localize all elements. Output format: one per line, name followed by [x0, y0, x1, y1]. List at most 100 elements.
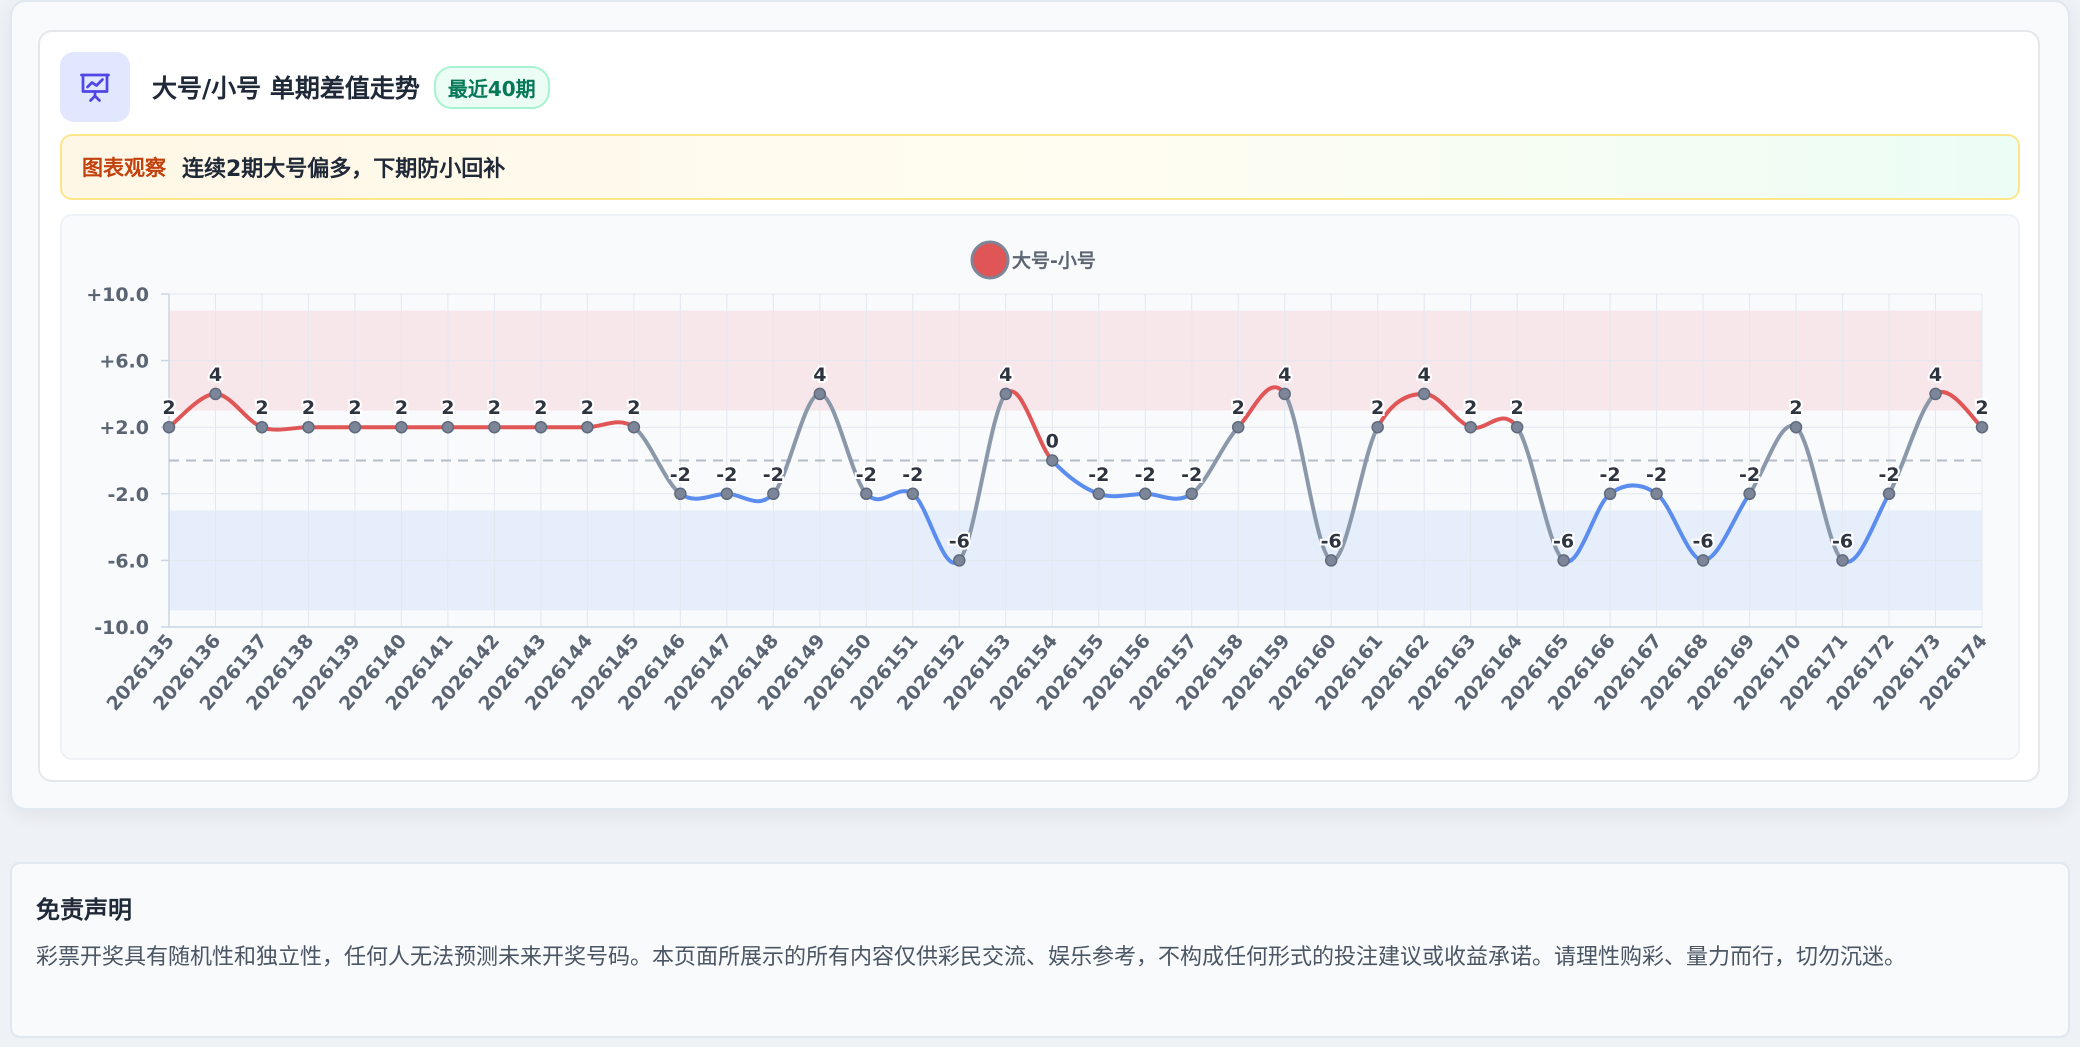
- series-line-segment: [678, 491, 729, 501]
- data-label: 4: [1278, 364, 1291, 386]
- data-label: 4: [999, 364, 1012, 386]
- line-chart: +10.0+6.0+2.0-2.0-6.0-10.020261352026136…: [86, 240, 1992, 715]
- observation-label: 图表观察: [82, 156, 166, 180]
- data-point: [813, 387, 827, 401]
- series-line-segment: [259, 425, 311, 432]
- data-label: 2: [395, 397, 408, 419]
- series-line-segment: [1143, 491, 1194, 501]
- data-label: -2: [716, 464, 737, 486]
- data-point: [1324, 554, 1338, 567]
- data-point: [395, 420, 408, 434]
- data-point: [302, 420, 315, 434]
- data-point: [1092, 487, 1105, 501]
- data-label: 2: [488, 397, 501, 419]
- data-label: 2: [1789, 397, 1802, 419]
- data-point: [209, 387, 222, 401]
- y-tick-label: +2.0: [99, 417, 149, 439]
- data-point: [581, 420, 594, 434]
- data-label: -2: [670, 464, 691, 486]
- data-label: -6: [1832, 530, 1853, 552]
- data-label: 2: [1464, 397, 1477, 419]
- observation-text: 连续2期大号偏多，下期防小回补: [182, 157, 506, 182]
- data-point: [1278, 387, 1291, 401]
- data-point: [1975, 420, 1989, 434]
- data-point: [1371, 420, 1384, 434]
- period-badge: 最近40期: [433, 65, 550, 109]
- data-point: [162, 420, 176, 434]
- data-point: [1046, 454, 1059, 467]
- data-point: [534, 420, 548, 434]
- chart-panel: +10.0 +6.0 +2.0 -2.0 -6.0 -10.0 2026135 2026136…: [60, 214, 2020, 760]
- data-point: [255, 420, 269, 434]
- data-label: 4: [1418, 364, 1431, 386]
- data-label: 2: [534, 397, 547, 419]
- y-tick-label: -2.0: [107, 484, 149, 506]
- data-point: [1138, 487, 1152, 501]
- data-point: [674, 487, 687, 501]
- data-label: -2: [1739, 464, 1760, 486]
- disclaimer-box: 免责声明 彩票开奖具有随机性和独立性，任何人无法预测未来开奖号码。本页面所展示的…: [10, 862, 2070, 1038]
- series-line-segment: [1608, 483, 1659, 496]
- disclaimer-title: 免责声明: [36, 896, 132, 924]
- data-label: 2: [348, 397, 361, 419]
- data-point: [860, 487, 873, 501]
- data-label: 2: [441, 397, 454, 419]
- y-tick-label: +6.0: [99, 351, 149, 373]
- data-label: -2: [1181, 464, 1202, 486]
- data-point: [1603, 487, 1617, 501]
- series-line-segment: [1468, 416, 1520, 430]
- data-label: 2: [1511, 397, 1524, 419]
- chart-header: 大号/小号 单期差值走势 最近40期: [60, 52, 550, 122]
- data-point: [1231, 420, 1245, 434]
- data-label: 2: [627, 397, 640, 419]
- data-label: -2: [1135, 464, 1156, 486]
- data-point: [720, 487, 734, 501]
- data-point: [1836, 554, 1849, 567]
- series-line-segment: [864, 489, 915, 502]
- data-point: [953, 554, 966, 567]
- data-point: [1882, 487, 1896, 501]
- data-label: 2: [1975, 397, 1988, 419]
- data-label: 2: [302, 397, 315, 419]
- data-point: [1557, 554, 1570, 567]
- data-point: [1510, 420, 1524, 434]
- legend-label: 大号-小号: [1012, 249, 1096, 272]
- data-label: 2: [255, 397, 268, 419]
- data-label: 2: [162, 397, 175, 419]
- data-label: -2: [763, 464, 784, 486]
- data-label: 4: [1929, 364, 1942, 386]
- series-line-segment: [1096, 491, 1148, 499]
- data-label: 2: [581, 397, 594, 419]
- data-label: -2: [856, 464, 877, 486]
- y-tick-label: -6.0: [107, 550, 149, 572]
- data-label: -6: [1553, 530, 1574, 552]
- data-point: [1929, 387, 1942, 401]
- data-point: [441, 420, 455, 434]
- y-tick-label: -10.0: [94, 617, 149, 639]
- data-point: [348, 420, 362, 434]
- data-label: -2: [1088, 464, 1109, 486]
- data-label: 4: [813, 364, 826, 386]
- data-label: -2: [1646, 464, 1667, 486]
- data-point: [1650, 487, 1663, 501]
- data-point: [1743, 487, 1756, 501]
- observation-banner: 图表观察 连续2期大号偏多，下期防小回补: [60, 134, 2020, 200]
- data-point: [999, 387, 1013, 401]
- data-label: 2: [1232, 397, 1245, 419]
- data-label: -2: [1878, 464, 1899, 486]
- data-point: [1185, 487, 1198, 501]
- data-label: -6: [1693, 530, 1714, 552]
- data-label: 4: [209, 364, 222, 386]
- data-label: -2: [1600, 464, 1621, 486]
- y-tick-label: +10.0: [86, 284, 149, 306]
- data-point: [906, 487, 920, 501]
- series-line-segment: [724, 491, 776, 504]
- data-label: -2: [902, 464, 923, 486]
- data-label: -6: [1321, 530, 1342, 552]
- series-line-segment: [585, 420, 636, 430]
- data-point: [1417, 387, 1431, 401]
- data-label: -6: [949, 530, 970, 552]
- data-point: [1789, 420, 1803, 434]
- legend-swatch: [970, 240, 1010, 280]
- data-label: 2: [1371, 397, 1384, 419]
